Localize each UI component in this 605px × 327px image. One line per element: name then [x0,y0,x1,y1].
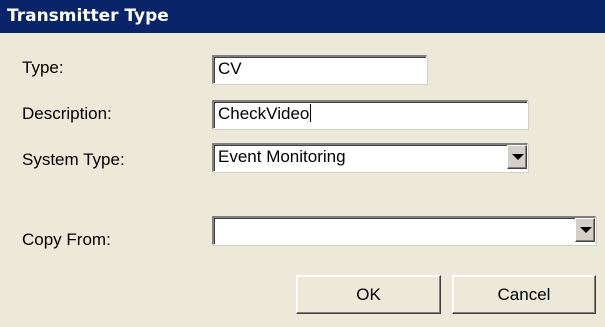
description-label: Description: [22,104,112,123]
type-label: Type: [22,58,64,77]
system-type-dropdown-button[interactable] [507,145,527,169]
window-title: Transmitter Type [0,0,605,33]
copy-from-select[interactable] [212,216,596,245]
transmitter-type-dialog: Transmitter Type Type: CV Description: C… [0,0,605,327]
chevron-down-icon [512,154,524,160]
system-type-value: Event Monitoring [218,147,346,166]
ok-button[interactable]: OK [296,275,441,314]
copy-from-dropdown-button[interactable] [575,218,595,242]
system-type-label: System Type: [22,150,125,169]
system-type-select[interactable]: Event Monitoring [212,143,528,172]
type-input[interactable]: CV [212,55,427,84]
chevron-down-icon [580,227,592,233]
description-input[interactable]: CheckVideo [212,100,528,129]
cancel-button[interactable]: Cancel [452,275,596,314]
type-input-value: CV [218,59,242,78]
copy-from-label: Copy From: [22,230,111,249]
description-input-value: CheckVideo [218,104,310,123]
text-caret [310,104,312,122]
